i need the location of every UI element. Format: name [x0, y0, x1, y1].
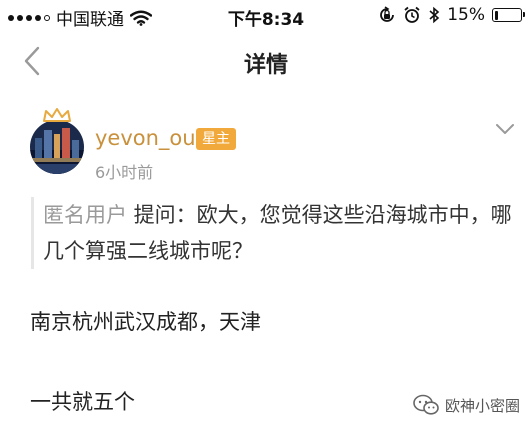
nav-bar: 详情	[0, 36, 532, 86]
username[interactable]: yevon_ou	[95, 126, 196, 150]
asker-name: 匿名用户	[43, 203, 127, 227]
question-quote: 匿名用户 提问：欧大，您觉得这些沿海城市中，哪几个算强二线城市呢？	[31, 197, 516, 269]
chevron-down-icon[interactable]	[495, 122, 515, 136]
orientation-lock-icon	[380, 6, 395, 22]
status-bar: 中国联通 下午8:34 15%	[0, 0, 532, 34]
bluetooth-icon	[429, 6, 440, 24]
answer-line-1: 南京杭州武汉成都，天津	[30, 310, 261, 334]
watermark: 欧神小密圈	[413, 394, 520, 416]
wechat-icon	[413, 394, 439, 415]
page-title: 详情	[243, 53, 288, 78]
avatar[interactable]	[30, 120, 84, 174]
answer-line-2: 一共就五个	[30, 390, 135, 414]
crown-icon	[43, 108, 71, 122]
battery-fill	[494, 10, 499, 20]
status-right: 15%	[378, 5, 525, 25]
battery-icon	[492, 8, 525, 22]
avatar-image	[30, 120, 84, 174]
post-timestamp: 6小时前	[95, 163, 154, 182]
watermark-text: 欧神小密圈	[444, 396, 520, 415]
battery-percent: 15%	[447, 5, 485, 25]
owner-badge: 星主	[196, 128, 236, 150]
alarm-icon	[404, 6, 420, 23]
